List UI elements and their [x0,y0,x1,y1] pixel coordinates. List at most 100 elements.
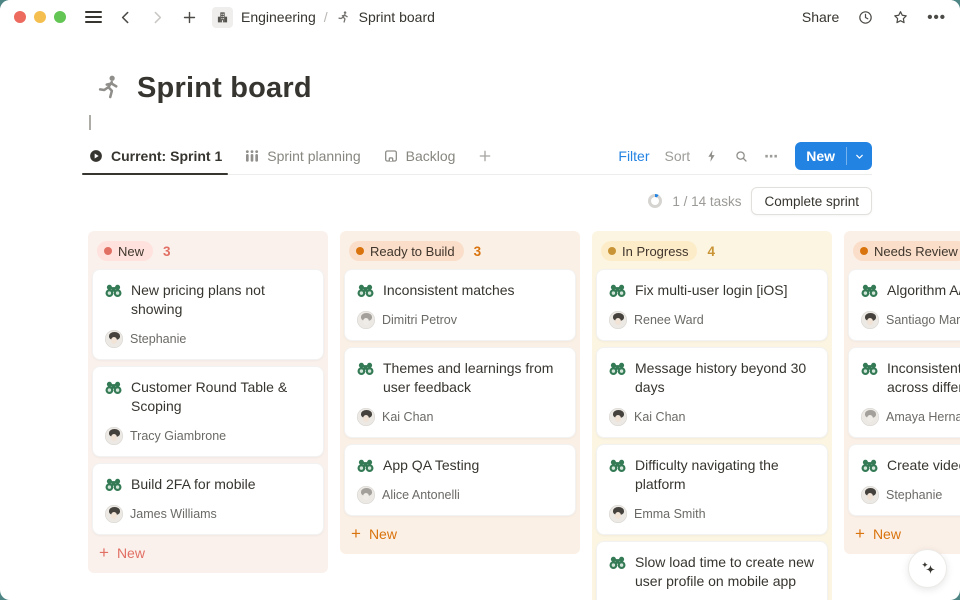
board-column: Needs Review Algorithm A/B Santiago Mart… [844,231,960,554]
body-text-area[interactable] [0,108,960,138]
task-card[interactable]: Create video g Stephanie [848,444,960,516]
tab-label: Sprint planning [267,148,360,164]
binoculars-icon [861,283,878,298]
card-title: Slow load time to create new user profil… [635,553,815,591]
task-card[interactable]: Build 2FA for mobile James Williams [92,463,324,535]
task-card[interactable]: Customer Round Table & Scoping Tracy Gia… [92,366,324,457]
view-toolbar: Filter Sort ⋯ New [618,142,872,170]
task-card[interactable]: New pricing plans not showing Stephanie [92,269,324,360]
card-assignee: Kai Chan [357,408,563,426]
tab-sprint-planning[interactable]: Sprint planning [244,138,360,174]
workspace-building-icon[interactable] [212,7,233,28]
add-card-label: New [873,526,901,542]
assignee-name: Dimitri Petrov [382,313,457,327]
avatar [861,311,879,329]
binoculars-icon [105,380,122,395]
breadcrumb-separator: / [324,9,328,25]
task-card[interactable]: Slow load time to create new user profil… [596,541,828,600]
assignee-name: Amaya Hernande [886,410,960,424]
back-button[interactable] [112,4,138,30]
column-header[interactable]: New 3 [92,235,324,269]
card-assignee: Kai Chan [609,408,815,426]
breadcrumb-page[interactable]: Sprint board [359,9,435,25]
share-button[interactable]: Share [802,9,839,25]
task-card[interactable]: Themes and learnings from user feedback … [344,347,576,438]
clock-icon [857,9,874,26]
column-count: 3 [163,244,171,259]
assignee-name: Tracy Giambrone [130,429,226,443]
runner-icon [94,73,124,103]
binoculars-icon [105,477,122,492]
column-pill-label: Needs Review [874,244,958,259]
forward-button[interactable] [144,4,170,30]
card-assignee: Amaya Hernande [861,408,960,426]
new-task-split-button: New [795,142,872,170]
plus-icon: + [855,527,865,541]
add-view-button[interactable] [477,138,493,174]
assignee-name: Alice Antonelli [382,488,460,502]
binoculars-icon [357,283,374,298]
task-card[interactable]: Inconsistent matches Dimitri Petrov [344,269,576,341]
plus-icon [181,9,198,26]
tab-label: Current: Sprint 1 [111,148,222,164]
assignee-name: Kai Chan [382,410,433,424]
view-more-button[interactable]: ⋯ [764,148,778,165]
add-card-button[interactable]: + New [344,516,576,550]
column-status-pill: Ready to Build [349,241,464,261]
task-card[interactable]: Fix multi-user login [iOS] Renee Ward [596,269,828,341]
breadcrumb-workspace[interactable]: Engineering [241,9,316,25]
new-task-button[interactable]: New [795,142,846,170]
favorite-button[interactable] [892,9,909,26]
binoculars-icon [609,361,626,376]
add-card-button[interactable]: + New [848,516,960,550]
people-timeline-icon [244,148,260,164]
sidebar-toggle-button[interactable] [80,4,106,30]
task-card[interactable]: Inconsistent u across differe Amaya Hern… [848,347,960,438]
task-card[interactable]: Message history beyond 30 days Kai Chan [596,347,828,438]
sort-button[interactable]: Sort [665,148,691,164]
complete-sprint-button[interactable]: Complete sprint [751,187,872,215]
card-assignee: Dimitri Petrov [357,311,563,329]
window-controls [14,11,66,23]
status-dot-icon [608,247,616,255]
card-title: Difficulty navigating the platform [635,456,815,494]
new-task-dropdown-button[interactable] [847,142,872,170]
card-title: Customer Round Table & Scoping [131,378,311,416]
board-column: In Progress 4 Fix multi-user login [iOS]… [592,231,832,600]
star-icon [892,9,909,26]
card-title: Themes and learnings from user feedback [383,359,563,397]
card-title: Create video g [887,456,960,475]
task-card[interactable]: App QA Testing Alice Antonelli [344,444,576,516]
page-title[interactable]: Sprint board [137,68,312,108]
maximize-window-button[interactable] [54,11,66,23]
filter-button[interactable]: Filter [618,148,649,164]
tab-backlog[interactable]: Backlog [383,138,456,174]
updates-button[interactable] [857,9,874,26]
card-title: Inconsistent u across differe [887,359,960,397]
search-button[interactable] [734,149,749,164]
runner-icon [336,10,351,25]
task-card[interactable]: Difficulty navigating the platform Emma … [596,444,828,535]
card-assignee: Stephanie [861,486,960,504]
task-card[interactable]: Algorithm A/B Santiago Martine [848,269,960,341]
binoculars-icon [609,555,626,570]
sparkles-icon [918,559,938,579]
close-window-button[interactable] [14,11,26,23]
titlebar-actions: Share ••• [802,9,946,26]
column-header[interactable]: Ready to Build 3 [344,235,576,269]
assignee-name: James Williams [130,507,217,521]
card-title: Build 2FA for mobile [131,475,256,494]
automations-button[interactable] [705,149,719,163]
more-options-button[interactable]: ••• [927,9,946,26]
column-header[interactable]: Needs Review [848,235,960,269]
notion-ai-button[interactable] [908,549,947,588]
minimize-window-button[interactable] [34,11,46,23]
card-title: Algorithm A/B [887,281,960,300]
column-header[interactable]: In Progress 4 [596,235,828,269]
card-assignee: Renee Ward [609,311,815,329]
card-assignee: Emma Smith [609,505,815,523]
tab-current-sprint[interactable]: Current: Sprint 1 [88,138,222,174]
add-card-button[interactable]: + New [92,535,324,569]
new-page-button[interactable] [176,4,202,30]
page-icon-runner[interactable] [94,73,124,103]
